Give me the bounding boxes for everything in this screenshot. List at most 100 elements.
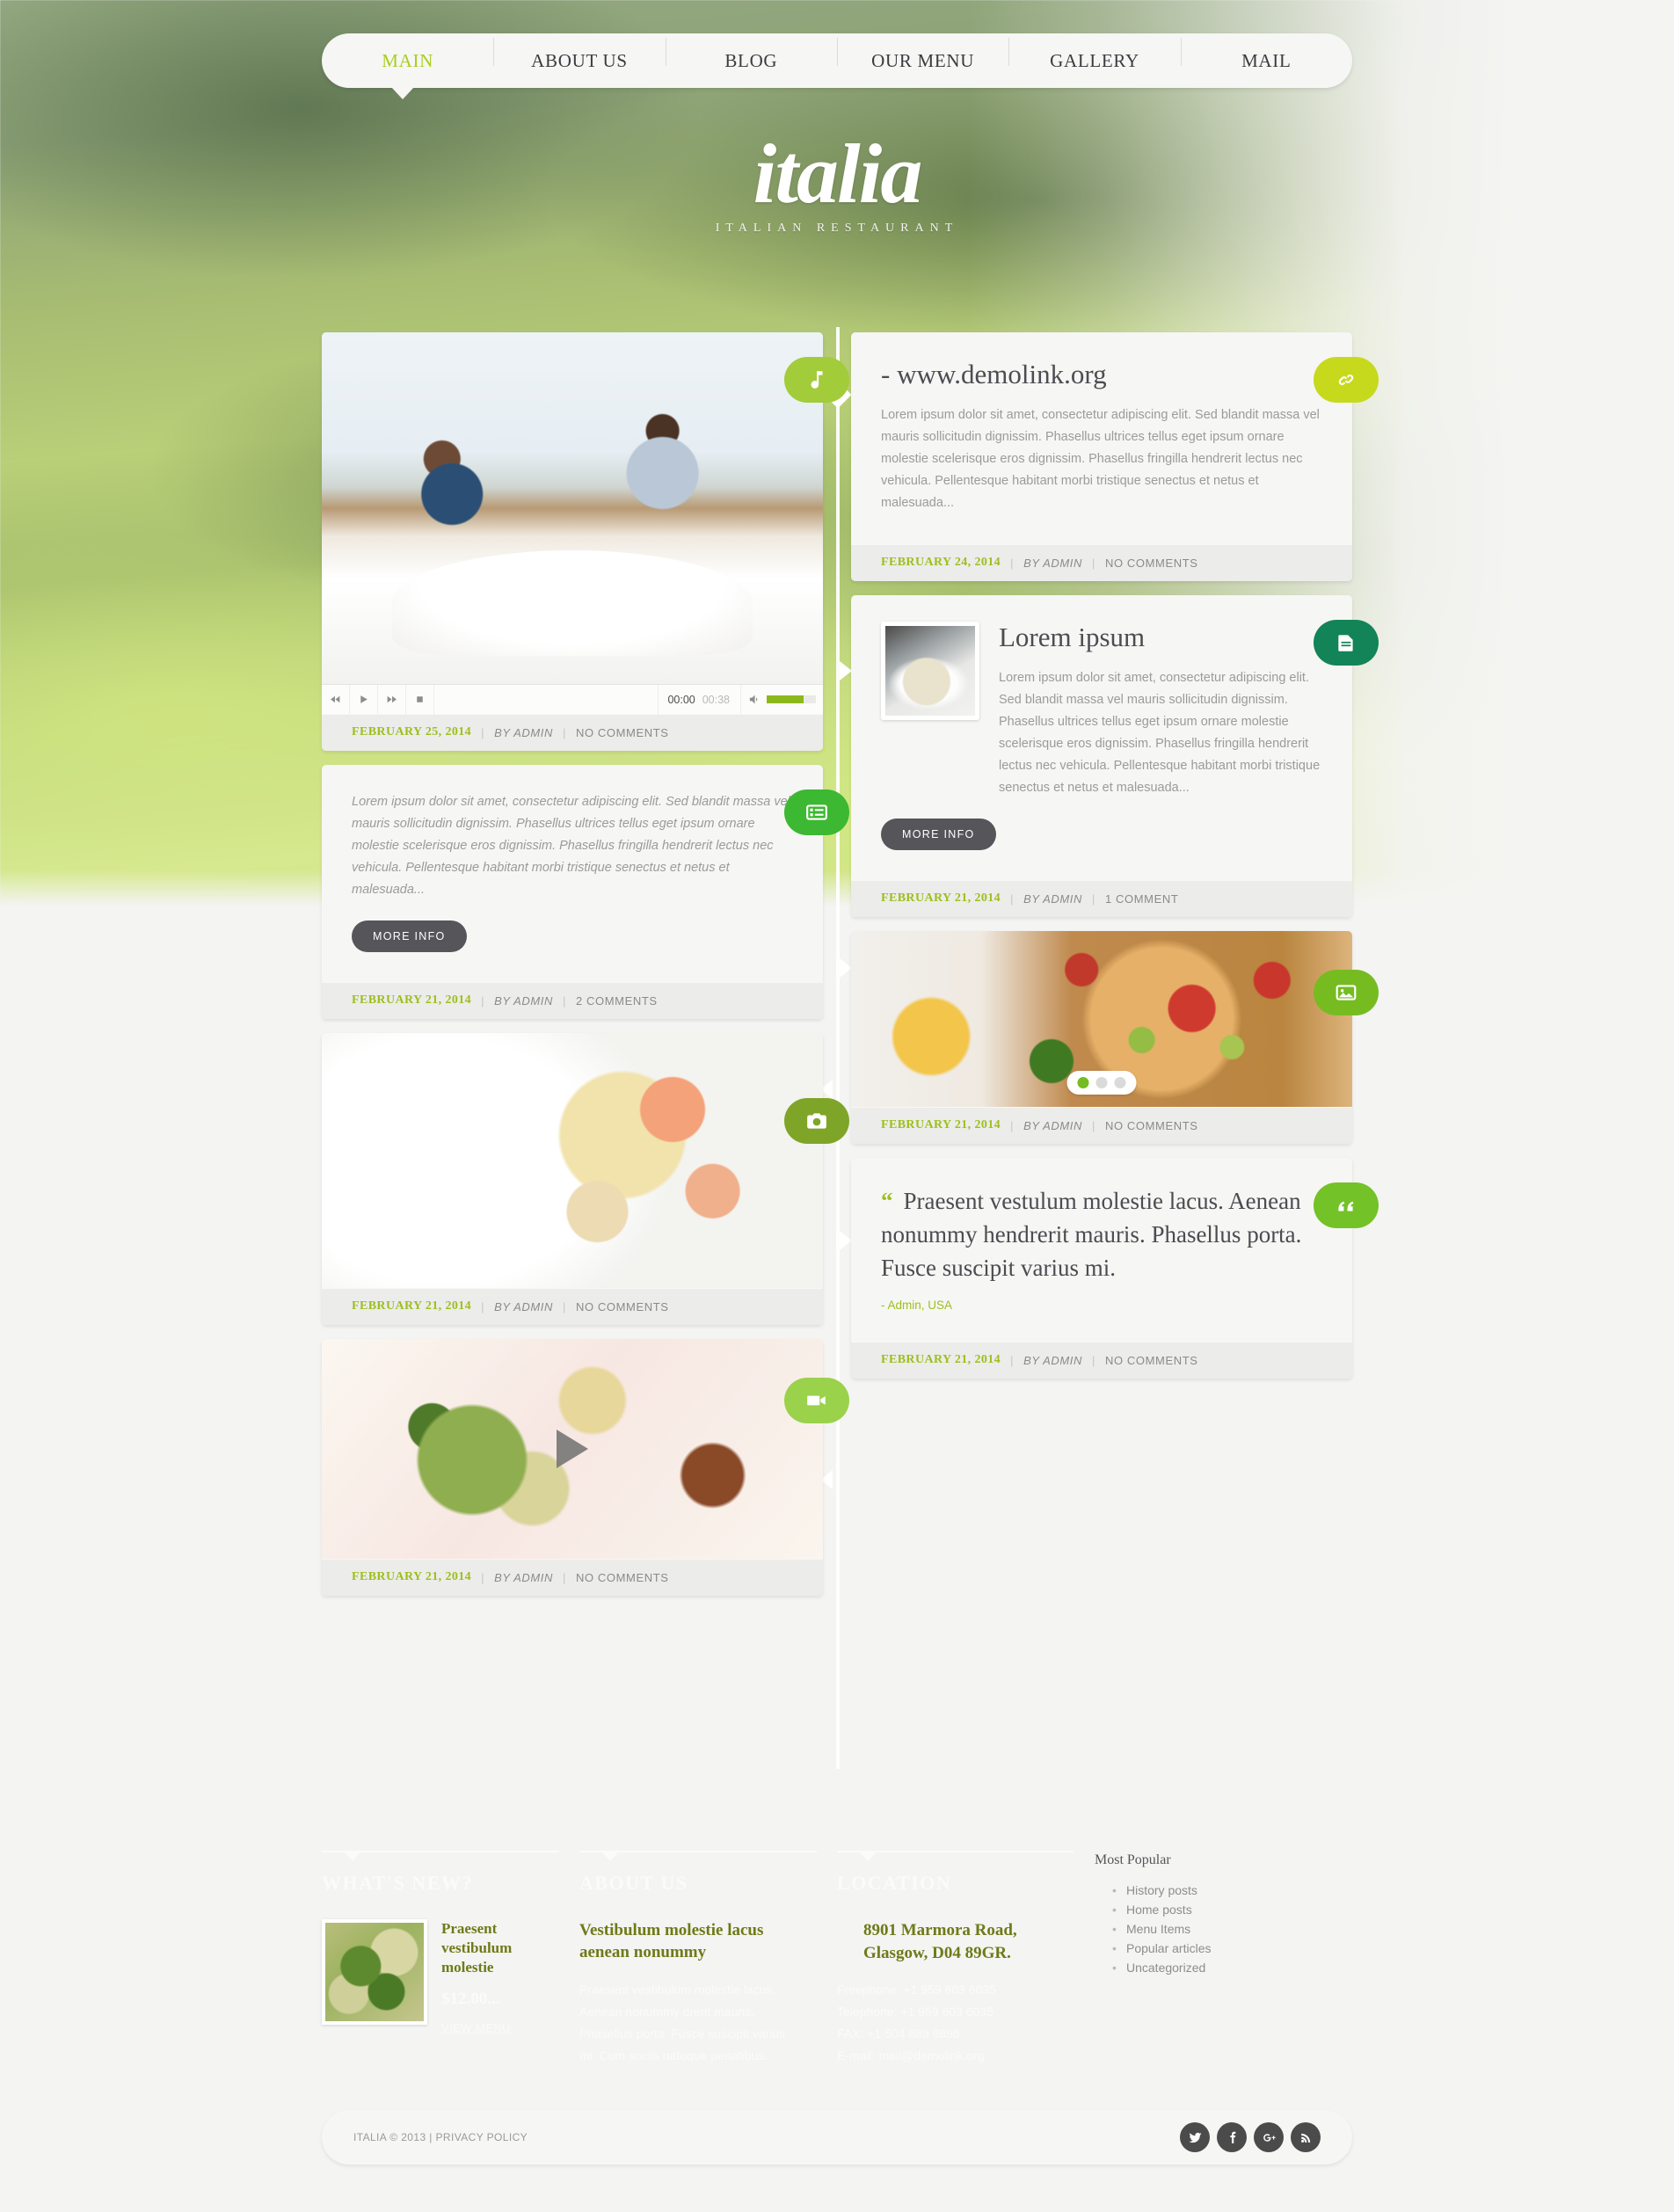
widget-text: Praesent vestibulum molestie lacus. Aene… bbox=[579, 1983, 786, 2063]
audio-progress-bar[interactable] bbox=[434, 684, 659, 714]
slider-dot-2[interactable] bbox=[1095, 1077, 1108, 1088]
meta-divider: | bbox=[563, 725, 566, 739]
nav-item-mail[interactable]: MAIL bbox=[1180, 37, 1352, 72]
quote-author: - Admin, USA bbox=[881, 1299, 953, 1312]
post-comments[interactable]: 2 COMMENTS bbox=[576, 994, 658, 1008]
post-comments[interactable]: NO COMMENTS bbox=[1105, 557, 1198, 570]
most-popular-title: Most Popular bbox=[1095, 1852, 1171, 1867]
document-icon bbox=[1314, 620, 1379, 666]
post-card-video: FEBRUARY 21, 2014 | BY ADMIN | NO COMMEN… bbox=[322, 1339, 849, 1596]
meta-divider: | bbox=[1092, 1118, 1095, 1132]
post-thumbnail[interactable] bbox=[881, 622, 979, 720]
location-address: 8901 Marmora Road, Glasgow, D04 89GR. bbox=[863, 1921, 1017, 1962]
meta-divider: | bbox=[481, 1299, 485, 1313]
audio-duration: 00:38 bbox=[702, 693, 730, 706]
post-comments[interactable]: 1 COMMENT bbox=[1105, 892, 1178, 906]
nav-item-gallery[interactable]: GALLERY bbox=[1008, 37, 1180, 72]
audio-player[interactable]: 00:00 00:38 bbox=[322, 684, 823, 714]
facebook-icon[interactable] bbox=[1217, 2122, 1247, 2152]
copyright-text[interactable]: ITALIA © 2013 | PRIVACY POLICY bbox=[353, 2131, 528, 2143]
post-excerpt: Lorem ipsum dolor sit amet, consectetur … bbox=[881, 408, 1320, 510]
play-icon[interactable] bbox=[350, 684, 378, 714]
quote-block: “Praesent vestulum molestie lacus. Aenea… bbox=[881, 1184, 1322, 1284]
post-card-aside: Lorem ipsum dolor sit amet, consectetur … bbox=[322, 765, 849, 1019]
slider-dot-1[interactable] bbox=[1077, 1077, 1089, 1088]
post-comments[interactable]: NO COMMENTS bbox=[1105, 1119, 1198, 1132]
meta-divider: | bbox=[563, 993, 566, 1008]
timeline-marker-1 bbox=[840, 661, 852, 680]
post-body: Lorem ipsum Lorem ipsum dolor sit amet, … bbox=[851, 595, 1352, 880]
meta-divider: | bbox=[1092, 891, 1095, 906]
post-card-audio: 00:00 00:38 FEBRUARY 25, 2014 | BY ADMIN… bbox=[322, 332, 849, 751]
location-email[interactable]: E-mail: mail@demolink.org bbox=[837, 2045, 1061, 2067]
widget-thumbnail[interactable] bbox=[322, 1919, 427, 2025]
post-excerpt: Lorem ipsum dolor sit amet, consectetur … bbox=[352, 795, 790, 897]
post-comments[interactable]: NO COMMENTS bbox=[576, 726, 669, 739]
rewind-icon[interactable] bbox=[322, 684, 350, 714]
post-comments[interactable]: NO COMMENTS bbox=[1105, 1354, 1198, 1367]
footer-widget-about-us: ABOUT US Vestibulum molestie lacus aenea… bbox=[579, 1851, 837, 2067]
meta-divider: | bbox=[481, 993, 485, 1008]
twitter-icon[interactable] bbox=[1180, 2122, 1210, 2152]
list-item[interactable]: Uncategorized bbox=[1112, 1958, 1341, 1977]
location-freephone: Freephone: +1 959 603 6035 bbox=[837, 1983, 996, 1997]
meta-divider: | bbox=[1010, 1353, 1015, 1367]
list-item[interactable]: Popular articles bbox=[1112, 1939, 1341, 1958]
widget-title: ABOUT US bbox=[579, 1872, 688, 1894]
post-card-link: - www.demolink.org Lorem ipsum dolor sit… bbox=[851, 332, 1379, 581]
quote-mark-glyph: “ bbox=[881, 1188, 893, 1214]
quote-icon bbox=[1314, 1182, 1379, 1228]
audio-current-time: 00:00 bbox=[667, 693, 695, 706]
post-date: FEBRUARY 21, 2014 bbox=[352, 1570, 472, 1583]
post-photo[interactable] bbox=[322, 1033, 823, 1288]
google-plus-icon[interactable] bbox=[1254, 2122, 1284, 2152]
post-author: BY ADMIN bbox=[494, 1570, 553, 1584]
site-logo[interactable]: italia ITALIAN RESTAURANT bbox=[0, 132, 1674, 236]
post-video[interactable] bbox=[322, 1339, 823, 1559]
widget-post-title[interactable]: Praesent vestibulum molestie bbox=[441, 1919, 546, 1977]
timeline-rail bbox=[836, 327, 840, 1769]
slider-pagination[interactable] bbox=[1066, 1071, 1137, 1095]
more-info-button[interactable]: MORE INFO bbox=[352, 920, 467, 952]
stop-icon[interactable] bbox=[406, 684, 434, 714]
slider-dot-3[interactable] bbox=[1114, 1077, 1126, 1088]
post-body: - www.demolink.org Lorem ipsum dolor sit… bbox=[851, 332, 1352, 544]
post-comments[interactable]: NO COMMENTS bbox=[576, 1300, 669, 1313]
fast-forward-icon[interactable] bbox=[378, 684, 406, 714]
widget-price: $12.00... bbox=[441, 1990, 500, 2008]
volume-slider[interactable] bbox=[767, 695, 816, 703]
post-date: FEBRUARY 21, 2014 bbox=[881, 891, 1001, 905]
list-item[interactable]: Menu Items bbox=[1112, 1919, 1341, 1939]
link-icon bbox=[1314, 357, 1379, 403]
post-date: FEBRUARY 21, 2014 bbox=[881, 1353, 1001, 1366]
post-meta: FEBRUARY 24, 2014 | BY ADMIN | NO COMMEN… bbox=[851, 544, 1352, 581]
post-title[interactable]: - www.demolink.org bbox=[881, 359, 1322, 390]
post-gallery-slider[interactable] bbox=[851, 931, 1352, 1107]
volume-icon[interactable] bbox=[740, 684, 823, 714]
post-meta: FEBRUARY 25, 2014 | BY ADMIN | NO COMMEN… bbox=[322, 714, 823, 751]
list-item[interactable]: Home posts bbox=[1112, 1900, 1341, 1919]
list-item[interactable]: History posts bbox=[1112, 1881, 1341, 1900]
widget-heading[interactable]: Vestibulum molestie lacus aenean nonummy bbox=[579, 1919, 804, 1963]
nav-item-our-menu[interactable]: OUR MENU bbox=[836, 37, 1008, 72]
post-comments[interactable]: NO COMMENTS bbox=[576, 1571, 669, 1584]
rss-icon[interactable] bbox=[1291, 2122, 1321, 2152]
post-meta: FEBRUARY 21, 2014 | BY ADMIN | NO COMMEN… bbox=[851, 1342, 1352, 1379]
widget-divider bbox=[322, 1851, 559, 1861]
more-info-button[interactable]: MORE INFO bbox=[881, 819, 996, 850]
social-links bbox=[1180, 2122, 1321, 2152]
post-date: FEBRUARY 24, 2014 bbox=[881, 556, 1001, 569]
meta-divider: | bbox=[481, 1570, 485, 1584]
meta-divider: | bbox=[1010, 891, 1015, 906]
play-icon[interactable] bbox=[557, 1430, 588, 1468]
post-author: BY ADMIN bbox=[1023, 891, 1082, 906]
nav-item-main[interactable]: MAIN bbox=[322, 50, 493, 72]
image-icon bbox=[1314, 970, 1379, 1015]
meta-divider: | bbox=[1010, 1118, 1015, 1132]
view-menu-link[interactable]: VIEW MENU bbox=[441, 2021, 511, 2034]
nav-item-blog[interactable]: BLOG bbox=[665, 37, 837, 72]
post-title[interactable]: Lorem ipsum bbox=[999, 622, 1322, 653]
volume-level bbox=[767, 695, 804, 703]
nav-item-about-us[interactable]: ABOUT US bbox=[493, 37, 665, 72]
post-meta: FEBRUARY 21, 2014 | BY ADMIN | NO COMMEN… bbox=[322, 1288, 823, 1325]
